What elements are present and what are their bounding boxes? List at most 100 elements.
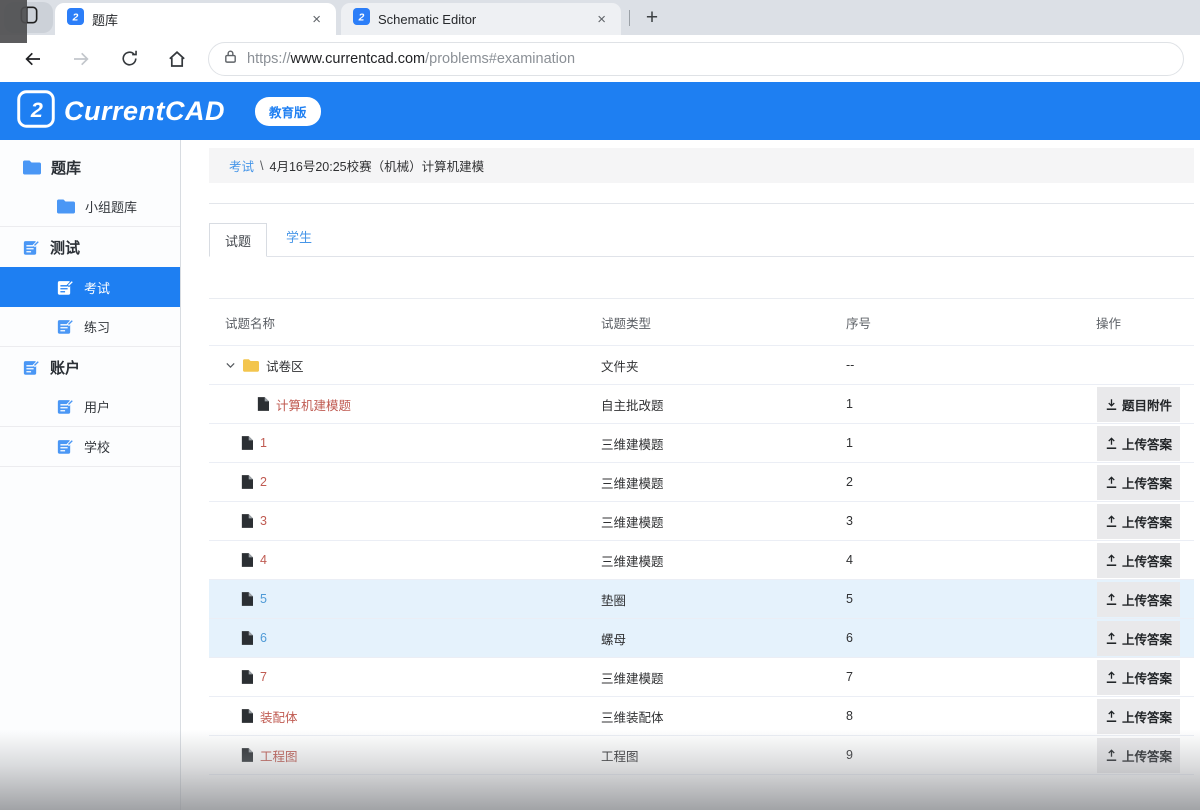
table-row[interactable]: 计算机建模题自主批改题1题目附件: [209, 385, 1194, 424]
url-scheme: https://: [247, 51, 291, 67]
refresh-button[interactable]: [112, 42, 146, 76]
table-row[interactable]: 1三维建模题1上传答案: [209, 424, 1194, 463]
chevron-down-icon[interactable]: [225, 360, 236, 371]
sidebar-item-考试[interactable]: 考试: [0, 267, 180, 307]
doc-icon: [241, 475, 253, 489]
home-button[interactable]: [160, 42, 194, 76]
sidebar-item-label: 测试: [50, 237, 80, 258]
upload-icon: [1105, 710, 1118, 723]
table-row[interactable]: 5垫圈5上传答案: [209, 580, 1194, 619]
table-row[interactable]: 7三维建模题7上传答案: [209, 658, 1194, 697]
doc-icon: [241, 670, 253, 684]
app-header: 2 CurrentCAD 教育版: [0, 82, 1200, 140]
column-header-type: 试题类型: [585, 313, 830, 332]
upload-answer-button[interactable]: 上传答案: [1097, 582, 1180, 617]
question-name-link[interactable]: 2: [260, 475, 267, 489]
question-name-link[interactable]: 1: [260, 436, 267, 450]
sidebar-item-用户[interactable]: 用户: [0, 387, 180, 427]
table-row[interactable]: 2三维建模题2上传答案: [209, 463, 1194, 502]
upload-answer-button[interactable]: 上传答案: [1097, 621, 1180, 656]
question-type-cell: 三维装配体: [585, 707, 830, 726]
upload-answer-button[interactable]: 上传答案: [1097, 738, 1180, 773]
sidebar-item-题库[interactable]: 题库: [0, 147, 180, 187]
tab-students[interactable]: 学生: [286, 227, 312, 256]
browser-tab-strip: 2 题库 × 2 Schematic Editor × +: [0, 0, 1200, 35]
sequence-cell: 1: [830, 436, 1080, 450]
table-row[interactable]: 6螺母6上传答案: [209, 619, 1194, 658]
sidebar-item-测试[interactable]: 测试: [0, 227, 180, 267]
question-name-link[interactable]: 7: [260, 670, 267, 684]
question-name-link[interactable]: 4: [260, 553, 267, 567]
url-text: https://www.currentcad.com/problems#exam…: [247, 51, 575, 67]
upload-answer-button[interactable]: 上传答案: [1097, 426, 1180, 461]
currentcad-favicon: 2: [353, 8, 370, 30]
question-name-link[interactable]: 5: [260, 592, 267, 606]
upload-answer-button[interactable]: 上传答案: [1097, 543, 1180, 578]
sidebar-item-label: 用户: [84, 397, 110, 416]
action-cell: 上传答案: [1080, 621, 1194, 656]
tab-questions[interactable]: 试题: [209, 223, 267, 257]
question-type-cell: 三维建模题: [585, 551, 830, 570]
upload-icon: [1105, 632, 1118, 645]
action-button-label: 上传答案: [1122, 551, 1172, 570]
browser-tab-schematic-editor[interactable]: 2 Schematic Editor ×: [341, 3, 621, 35]
action-button-label: 上传答案: [1122, 629, 1172, 648]
question-name-link[interactable]: 6: [260, 631, 267, 645]
address-bar[interactable]: https://www.currentcad.com/problems#exam…: [208, 42, 1184, 76]
download-icon: [1105, 398, 1118, 411]
upload-answer-button[interactable]: 上传答案: [1097, 465, 1180, 500]
breadcrumb-exam-link[interactable]: 考试: [229, 156, 254, 175]
question-name-link[interactable]: 计算机建模题: [276, 395, 351, 414]
exam-doc-icon: [57, 318, 74, 335]
question-name-link[interactable]: 试卷区: [266, 356, 304, 375]
upload-answer-button[interactable]: 上传答案: [1097, 699, 1180, 734]
doc-icon: [241, 631, 253, 645]
browser-tab-question-bank[interactable]: 2 题库 ×: [55, 3, 336, 35]
back-button[interactable]: [16, 42, 50, 76]
action-button-label: 上传答案: [1122, 434, 1172, 453]
table-row[interactable]: 4三维建模题4上传答案: [209, 541, 1194, 580]
question-type-cell: 三维建模题: [585, 512, 830, 531]
question-name-cell: 计算机建模题: [209, 395, 585, 414]
doc-icon: [241, 709, 253, 723]
questions-table: 试题名称 试题类型 序号 操作 试卷区文件夹--计算机建模题自主批改题1题目附件…: [209, 298, 1194, 775]
question-type-cell: 自主批改题: [585, 395, 830, 414]
currentcad-logo-icon: 2: [17, 90, 55, 133]
sidebar-item-账户[interactable]: 账户: [0, 347, 180, 387]
question-type-cell: 垫圈: [585, 590, 830, 609]
table-row[interactable]: 装配体三维装配体8上传答案: [209, 697, 1194, 736]
action-cell: 上传答案: [1080, 504, 1194, 539]
doc-icon: [257, 397, 269, 411]
doc-icon: [241, 436, 253, 450]
sidebar-item-学校[interactable]: 学校: [0, 427, 180, 467]
tab-close-icon[interactable]: ×: [309, 11, 324, 28]
url-domain: www.currentcad.com: [291, 51, 426, 67]
download-attachment-button[interactable]: 题目附件: [1097, 387, 1180, 422]
sidebar-item-label: 小组题库: [85, 197, 137, 216]
doc-icon: [241, 748, 253, 762]
breadcrumb-title: 4月16号20:25校赛（机械）计算机建模: [270, 156, 485, 175]
action-button-label: 上传答案: [1122, 668, 1172, 687]
action-cell: 上传答案: [1080, 426, 1194, 461]
table-row[interactable]: 工程图工程图9上传答案: [209, 736, 1194, 775]
question-name-link[interactable]: 3: [260, 514, 267, 528]
sidebar-item-小组题库[interactable]: 小组题库: [0, 187, 180, 227]
forward-button[interactable]: [64, 42, 98, 76]
table-row[interactable]: 3三维建模题3上传答案: [209, 502, 1194, 541]
question-name-link[interactable]: 装配体: [260, 707, 298, 726]
column-header-seq: 序号: [830, 313, 1080, 332]
table-row[interactable]: 试卷区文件夹--: [209, 346, 1194, 385]
upload-icon: [1105, 671, 1118, 684]
upload-answer-button[interactable]: 上传答案: [1097, 660, 1180, 695]
upload-icon: [1105, 476, 1118, 489]
action-cell: 上传答案: [1080, 699, 1194, 734]
exam-doc-icon: [23, 239, 40, 256]
question-name-link[interactable]: 工程图: [260, 746, 298, 765]
sidebar-item-练习[interactable]: 练习: [0, 307, 180, 347]
url-path: /problems#examination: [425, 51, 575, 67]
sidebar-item-label: 练习: [84, 317, 110, 336]
question-name-cell: 7: [209, 670, 585, 684]
tab-close-icon[interactable]: ×: [594, 11, 609, 28]
new-tab-button[interactable]: +: [638, 4, 666, 32]
upload-answer-button[interactable]: 上传答案: [1097, 504, 1180, 539]
